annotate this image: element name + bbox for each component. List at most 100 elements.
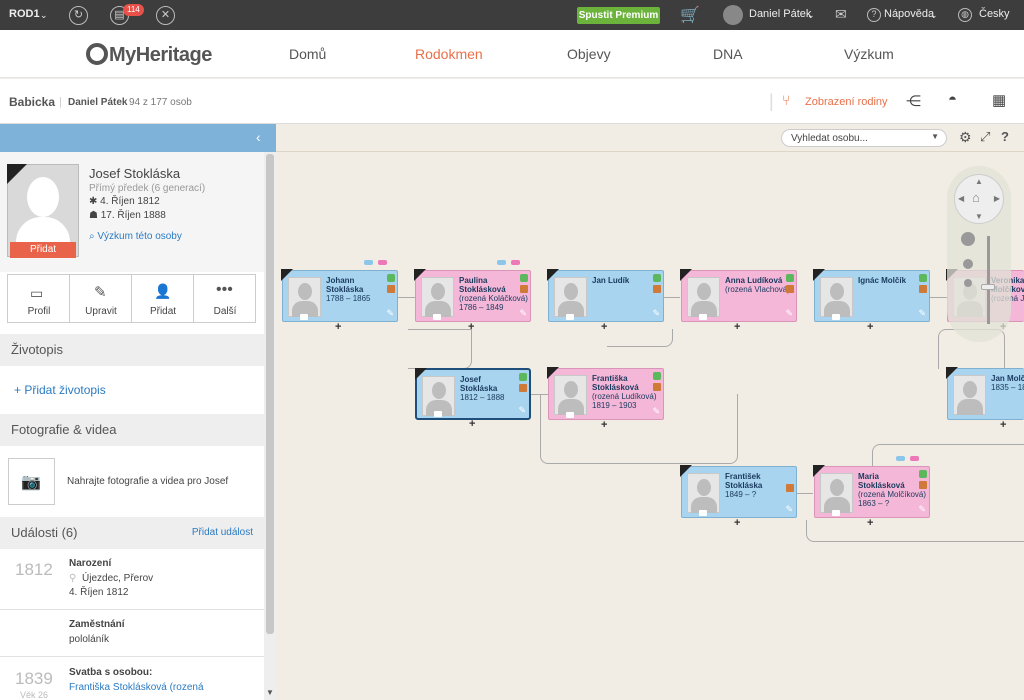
user-menu[interactable]: Daniel Pátek — [749, 8, 811, 20]
edit-icon[interactable]: ✎ — [652, 308, 660, 319]
edit-icon[interactable]: ✎ — [918, 504, 926, 515]
upload-photo-button[interactable]: 📷 — [8, 458, 55, 505]
nav-item-dna[interactable]: DNA — [713, 46, 743, 62]
help-icon[interactable]: ? — [867, 8, 881, 22]
logo[interactable]: MyHeritage — [86, 43, 212, 67]
record-icon[interactable] — [919, 285, 927, 293]
pan-left-icon[interactable]: ◀ — [958, 194, 964, 203]
globe-icon[interactable]: ◍ — [958, 8, 972, 22]
add-relative-icon[interactable]: + — [867, 517, 873, 529]
event-item[interactable]: 1839 Věk 26 Svatba s osobou: Františka S… — [0, 658, 264, 700]
home-icon[interactable]: ⌂ — [972, 190, 980, 205]
record-icon[interactable] — [387, 285, 395, 293]
pan-right-icon[interactable]: ▶ — [994, 194, 1000, 203]
spouse-link[interactable]: Františka Stoklásková (rozená — [69, 682, 204, 693]
record-icon[interactable] — [520, 285, 528, 293]
cart-icon[interactable]: 🛒 — [680, 5, 700, 25]
zoom-slider-thumb[interactable] — [981, 284, 995, 290]
record-icon[interactable] — [786, 285, 794, 293]
nav-item-home[interactable]: Domů — [289, 46, 326, 62]
family-view-icon[interactable]: ⑂ — [782, 92, 790, 108]
research-link[interactable]: Výzkum této osoby — [97, 231, 181, 242]
scrollbar-thumb[interactable] — [266, 154, 274, 634]
zoom-level-medium[interactable] — [963, 259, 973, 269]
match-icon[interactable] — [653, 274, 661, 282]
event-item[interactable]: 1812 Narození ⚲ Újezdec, Přerov 4. Říjen… — [0, 550, 264, 610]
edit-icon[interactable]: ✎ — [652, 406, 660, 417]
mail-icon[interactable]: ✉ — [835, 6, 847, 23]
edit-icon[interactable]: ✎ — [785, 504, 793, 515]
zoom-slider-track[interactable] — [987, 236, 990, 324]
help-link[interactable]: Nápověda — [884, 8, 934, 20]
add-button[interactable]: 👤 Přidat — [132, 275, 194, 322]
person-card[interactable]: Anna Ludíková (rozená Vlachová) ✎ + — [680, 269, 797, 333]
pedigree-view-icon[interactable]: ⋲ — [906, 92, 921, 110]
add-bio-link[interactable]: + Přidat životopis — [14, 383, 106, 397]
person-card[interactable]: Ignác Molčík ✎ + — [813, 269, 930, 333]
match-icon[interactable] — [919, 470, 927, 478]
match-icon[interactable] — [519, 373, 527, 381]
settings-icon[interactable]: ⚙ — [959, 129, 972, 146]
event-item[interactable]: Zaměstnání pololáník — [0, 611, 264, 657]
add-photo-button[interactable]: Přidat — [10, 242, 76, 258]
nav-item-research[interactable]: Výzkum — [844, 46, 894, 62]
list-view-icon[interactable]: ▦ — [992, 91, 1006, 109]
add-relative-icon[interactable]: + — [469, 418, 475, 430]
family-view-button[interactable]: Zobrazení rodiny — [805, 96, 888, 108]
match-icon[interactable] — [653, 372, 661, 380]
chevron-down-icon[interactable]: ⌄ — [807, 10, 815, 21]
edit-icon[interactable]: ✎ — [386, 308, 394, 319]
add-event-link[interactable]: Přidat událost — [192, 517, 253, 549]
edit-icon[interactable]: ✎ — [519, 308, 527, 319]
add-relative-icon[interactable]: + — [1000, 419, 1006, 431]
add-relative-icon[interactable]: + — [867, 321, 873, 333]
sync-icon[interactable]: ↻ — [69, 6, 88, 25]
zoom-level-large[interactable] — [961, 232, 975, 246]
person-card-selected[interactable]: Josef Stokláska 1812 – 1888 ✎ + — [415, 368, 531, 430]
person-card[interactable]: Jan Ludík ✎ + — [547, 269, 664, 333]
edit-icon[interactable]: ✎ — [518, 405, 526, 416]
language-selector[interactable]: Česky — [979, 8, 1010, 20]
person-search[interactable]: Vyhledat osobu... ▼ — [781, 129, 947, 147]
person-card[interactable]: Jan Molč 1835 – 18 + — [946, 367, 1024, 431]
marriage-tag[interactable] — [378, 260, 387, 265]
tree-name[interactable]: Babicka — [9, 95, 55, 109]
record-icon[interactable] — [519, 384, 527, 392]
record-icon[interactable] — [919, 481, 927, 489]
add-relative-icon[interactable]: + — [335, 321, 341, 333]
tools-icon[interactable]: ✕ — [156, 6, 175, 25]
match-icon[interactable] — [520, 274, 528, 282]
person-card[interactable]: Františka Stoklásková (rozená Ludíková) 181… — [547, 367, 664, 431]
dropdown-arrow-icon[interactable]: ▼ — [931, 132, 939, 141]
marriage-tag[interactable] — [910, 456, 919, 461]
add-relative-icon[interactable]: + — [734, 517, 740, 529]
marriage-tag[interactable] — [364, 260, 373, 265]
chevron-down-icon[interactable]: ⌄ — [930, 10, 938, 21]
person-card[interactable]: František Stokláska 1849 – ? ✎ + — [680, 465, 797, 529]
scroll-down-icon[interactable]: ▼ — [266, 688, 274, 697]
premium-button[interactable]: Spustit Premium — [577, 7, 660, 24]
nav-item-discoveries[interactable]: Objevy — [567, 46, 611, 62]
zoom-level-small[interactable] — [964, 279, 972, 287]
match-icon[interactable] — [786, 274, 794, 282]
pan-up-icon[interactable]: ▲ — [975, 177, 983, 186]
pan-control[interactable]: ▲ ▼ ◀ ▶ ⌂ — [954, 174, 1004, 224]
help-icon[interactable]: ? — [1001, 129, 1009, 144]
search-input[interactable]: Vyhledat osobu... — [791, 133, 868, 144]
marriage-tag[interactable] — [511, 260, 520, 265]
chevron-down-icon[interactable]: ⌄ — [40, 10, 48, 21]
edit-button[interactable]: ✎ Upravit — [70, 275, 132, 322]
nav-item-family-tree[interactable]: Rodokmen — [415, 46, 483, 62]
marriage-tag[interactable] — [896, 456, 905, 461]
marriage-tag[interactable] — [497, 260, 506, 265]
add-relative-icon[interactable]: + — [734, 321, 740, 333]
match-icon[interactable] — [387, 274, 395, 282]
collapse-icon[interactable]: ‹ — [256, 129, 261, 145]
profile-button[interactable]: ▭ Profil — [8, 275, 70, 322]
add-relative-icon[interactable]: + — [601, 321, 607, 333]
person-card[interactable]: Johann Stokláska 1788 – 1865 ✎ + — [281, 269, 398, 333]
edit-icon[interactable]: ✎ — [785, 308, 793, 319]
person-card[interactable]: Paulina Stoklásková (rozená Koláčková) 1786… — [414, 269, 531, 333]
person-card[interactable]: Maria Stoklásková (rozená Molčíková) 1863 –… — [813, 465, 930, 529]
record-icon[interactable] — [653, 383, 661, 391]
